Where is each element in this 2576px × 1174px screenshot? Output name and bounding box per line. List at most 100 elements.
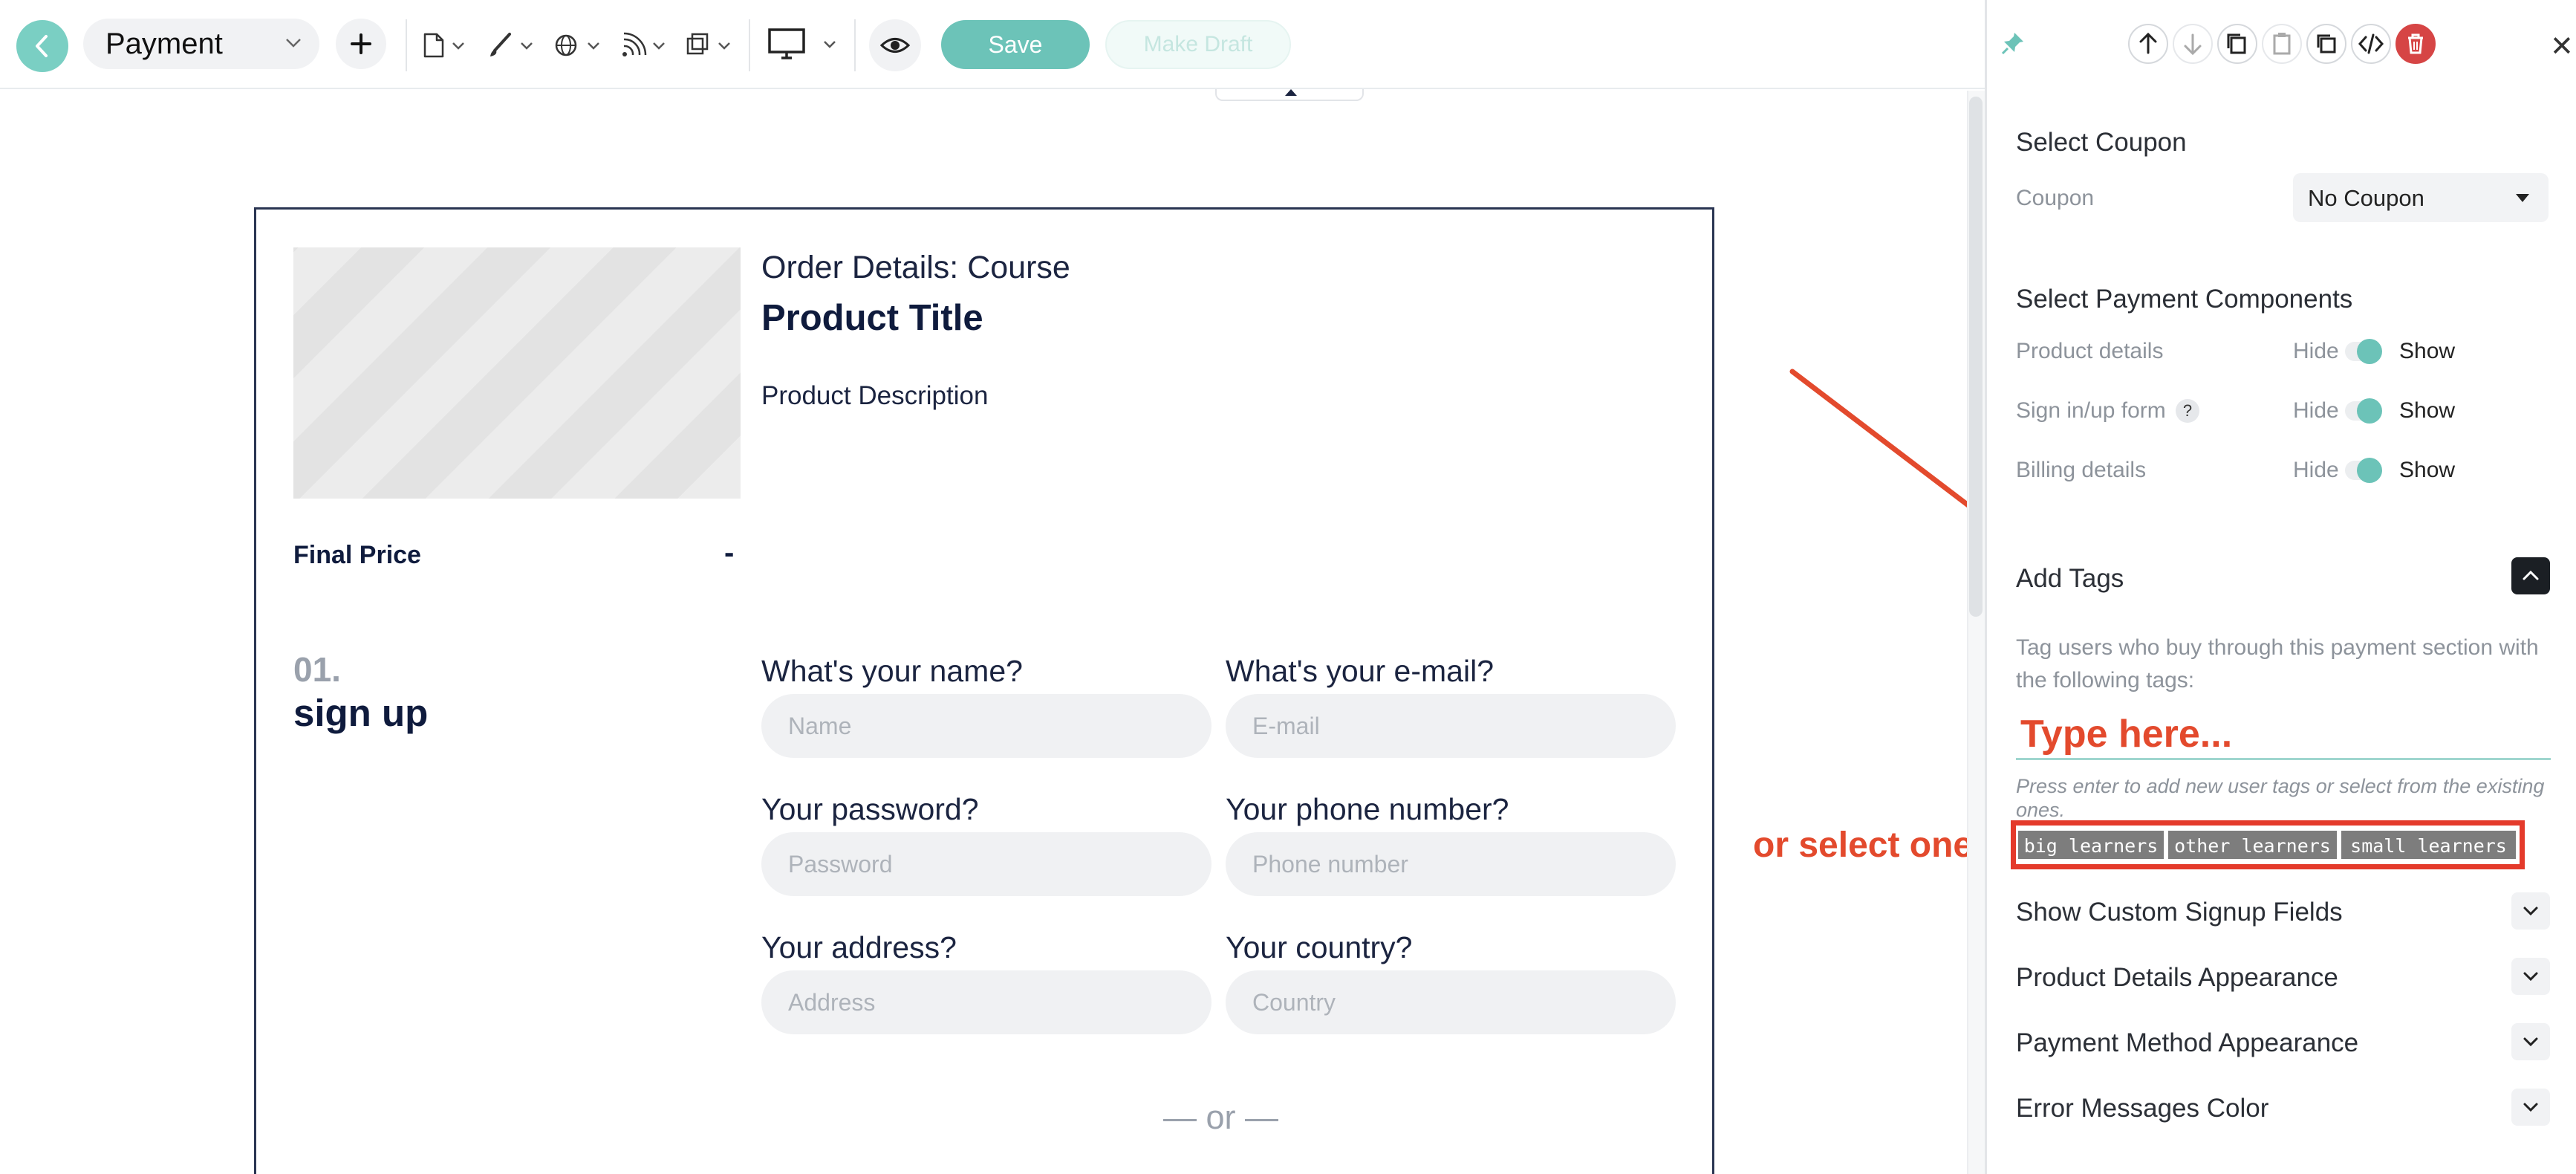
toolbar-divider bbox=[854, 19, 856, 71]
delete-button[interactable] bbox=[2396, 24, 2436, 64]
duplicate-button[interactable] bbox=[2306, 24, 2346, 64]
phone-input[interactable] bbox=[1226, 832, 1676, 896]
address-field-label: Your address? bbox=[761, 930, 957, 964]
hide-option[interactable]: Hide bbox=[2293, 458, 2339, 483]
final-price-label: Final Price bbox=[293, 541, 421, 569]
paste-button[interactable] bbox=[2262, 24, 2302, 64]
step-number: 01. bbox=[293, 650, 341, 689]
tags-collapse-button[interactable] bbox=[2511, 557, 2550, 594]
move-down-button[interactable] bbox=[2173, 24, 2213, 64]
eye-icon bbox=[879, 38, 911, 53]
country-field-label: Your country? bbox=[1226, 930, 1413, 964]
chevron-up-icon bbox=[2523, 570, 2539, 580]
tag-chip[interactable]: big learners bbox=[2017, 829, 2165, 860]
toolbar-divider bbox=[749, 19, 750, 71]
accordion-payment-method-appearance[interactable]: Payment Method Appearance bbox=[2016, 1028, 2358, 1058]
chevron-left-icon bbox=[36, 35, 48, 57]
password-field-label: Your password? bbox=[761, 792, 979, 826]
signin-form-toggle[interactable] bbox=[2345, 398, 2382, 424]
accordion-toggle[interactable] bbox=[2511, 892, 2550, 930]
chevron-down-icon bbox=[2523, 1103, 2538, 1112]
chevron-down-icon bbox=[2523, 1037, 2538, 1047]
copy-icon bbox=[2227, 33, 2246, 54]
tag-input[interactable] bbox=[2016, 710, 2551, 760]
toggle-knob bbox=[2357, 398, 2382, 424]
chevron-down-icon bbox=[286, 39, 301, 48]
plus-icon bbox=[351, 33, 371, 54]
accordion-error-messages-color[interactable]: Error Messages Color bbox=[2016, 1094, 2268, 1123]
toggle-knob bbox=[2357, 458, 2382, 483]
chevron-down-icon bbox=[2523, 907, 2538, 916]
layers-tool[interactable] bbox=[683, 27, 740, 62]
back-button[interactable] bbox=[16, 20, 68, 72]
accordion-product-details-appearance[interactable]: Product Details Appearance bbox=[2016, 963, 2338, 993]
components-section-heading: Select Payment Components bbox=[2016, 285, 2353, 314]
add-element-button[interactable] bbox=[336, 19, 386, 69]
save-button[interactable]: Save bbox=[941, 20, 1090, 69]
billing-details-label: Billing details bbox=[2016, 458, 2147, 482]
style-tool[interactable] bbox=[484, 27, 541, 62]
arrow-down-icon bbox=[2184, 33, 2202, 56]
accordion-toggle[interactable] bbox=[2511, 1089, 2550, 1126]
arrow-up-icon bbox=[2139, 32, 2157, 54]
make-draft-button[interactable]: Make Draft bbox=[1105, 20, 1291, 69]
rss-icon bbox=[622, 32, 665, 56]
trash-icon bbox=[2408, 33, 2423, 54]
email-input[interactable] bbox=[1226, 694, 1676, 758]
tags-section-heading: Add Tags bbox=[2016, 564, 2124, 593]
language-tool[interactable] bbox=[551, 27, 608, 62]
move-up-button[interactable] bbox=[2128, 24, 2168, 64]
coupon-select[interactable]: No Coupon bbox=[2293, 173, 2549, 222]
name-field-label: What's your name? bbox=[761, 654, 1023, 688]
hide-option[interactable]: Hide bbox=[2293, 339, 2339, 364]
tags-hint: Press enter to add new user tags or sele… bbox=[2016, 775, 2545, 821]
accordion-custom-signup-fields[interactable]: Show Custom Signup Fields bbox=[2016, 898, 2343, 927]
duplicate-icon bbox=[2317, 34, 2336, 53]
file-icon bbox=[423, 33, 464, 58]
address-input[interactable] bbox=[761, 970, 1211, 1034]
tags-description: Tag users who buy through this payment s… bbox=[2016, 635, 2539, 693]
close-panel-icon[interactable]: ✕ bbox=[2550, 30, 2574, 63]
canvas-scrollbar-thumb[interactable] bbox=[1969, 97, 1983, 617]
step-title: sign up bbox=[293, 692, 429, 734]
show-option[interactable]: Show bbox=[2399, 458, 2455, 483]
name-input[interactable] bbox=[761, 694, 1211, 758]
password-input[interactable] bbox=[761, 832, 1211, 896]
email-field-label: What's your e-mail? bbox=[1226, 654, 1494, 688]
billing-details-toggle[interactable] bbox=[2345, 458, 2382, 483]
pin-icon[interactable] bbox=[2000, 30, 2026, 60]
toggle-knob bbox=[2357, 339, 2382, 364]
code-button[interactable] bbox=[2351, 24, 2391, 64]
page-selector[interactable]: Payment bbox=[83, 19, 319, 69]
copy-button[interactable] bbox=[2217, 24, 2257, 64]
device-preview-tool[interactable] bbox=[765, 22, 847, 67]
accordion-toggle[interactable] bbox=[2511, 1023, 2550, 1060]
tag-chip[interactable]: small learners bbox=[2340, 829, 2517, 860]
product-image-placeholder bbox=[293, 247, 741, 499]
accordion-toggle[interactable] bbox=[2511, 958, 2550, 995]
desktop-icon bbox=[768, 28, 836, 59]
toolbar-divider bbox=[406, 19, 407, 71]
globe-icon bbox=[555, 34, 599, 56]
order-details-heading: Order Details: Course bbox=[761, 250, 1070, 285]
clipboard-icon bbox=[2273, 33, 2291, 55]
signin-form-label: Sign in/up form bbox=[2016, 398, 2166, 423]
brush-icon bbox=[490, 33, 533, 56]
show-option[interactable]: Show bbox=[2399, 339, 2455, 364]
product-title: Product Title bbox=[761, 298, 983, 338]
help-icon[interactable]: ? bbox=[2176, 399, 2199, 423]
coupon-select-value: No Coupon bbox=[2308, 185, 2424, 211]
tag-chip[interactable]: other learners bbox=[2167, 829, 2338, 860]
country-input[interactable] bbox=[1226, 970, 1676, 1034]
collapse-handle[interactable] bbox=[1215, 89, 1364, 101]
feed-tool[interactable] bbox=[618, 27, 674, 62]
code-icon bbox=[2358, 33, 2384, 54]
product-details-toggle[interactable] bbox=[2345, 339, 2382, 364]
layers-icon bbox=[686, 33, 730, 55]
show-option[interactable]: Show bbox=[2399, 398, 2455, 424]
product-details-label: Product details bbox=[2016, 339, 2164, 363]
page-settings-tool[interactable] bbox=[420, 27, 472, 62]
annotation-label: or select one bbox=[1753, 826, 1974, 865]
preview-button[interactable] bbox=[869, 19, 921, 71]
hide-option[interactable]: Hide bbox=[2293, 398, 2339, 424]
